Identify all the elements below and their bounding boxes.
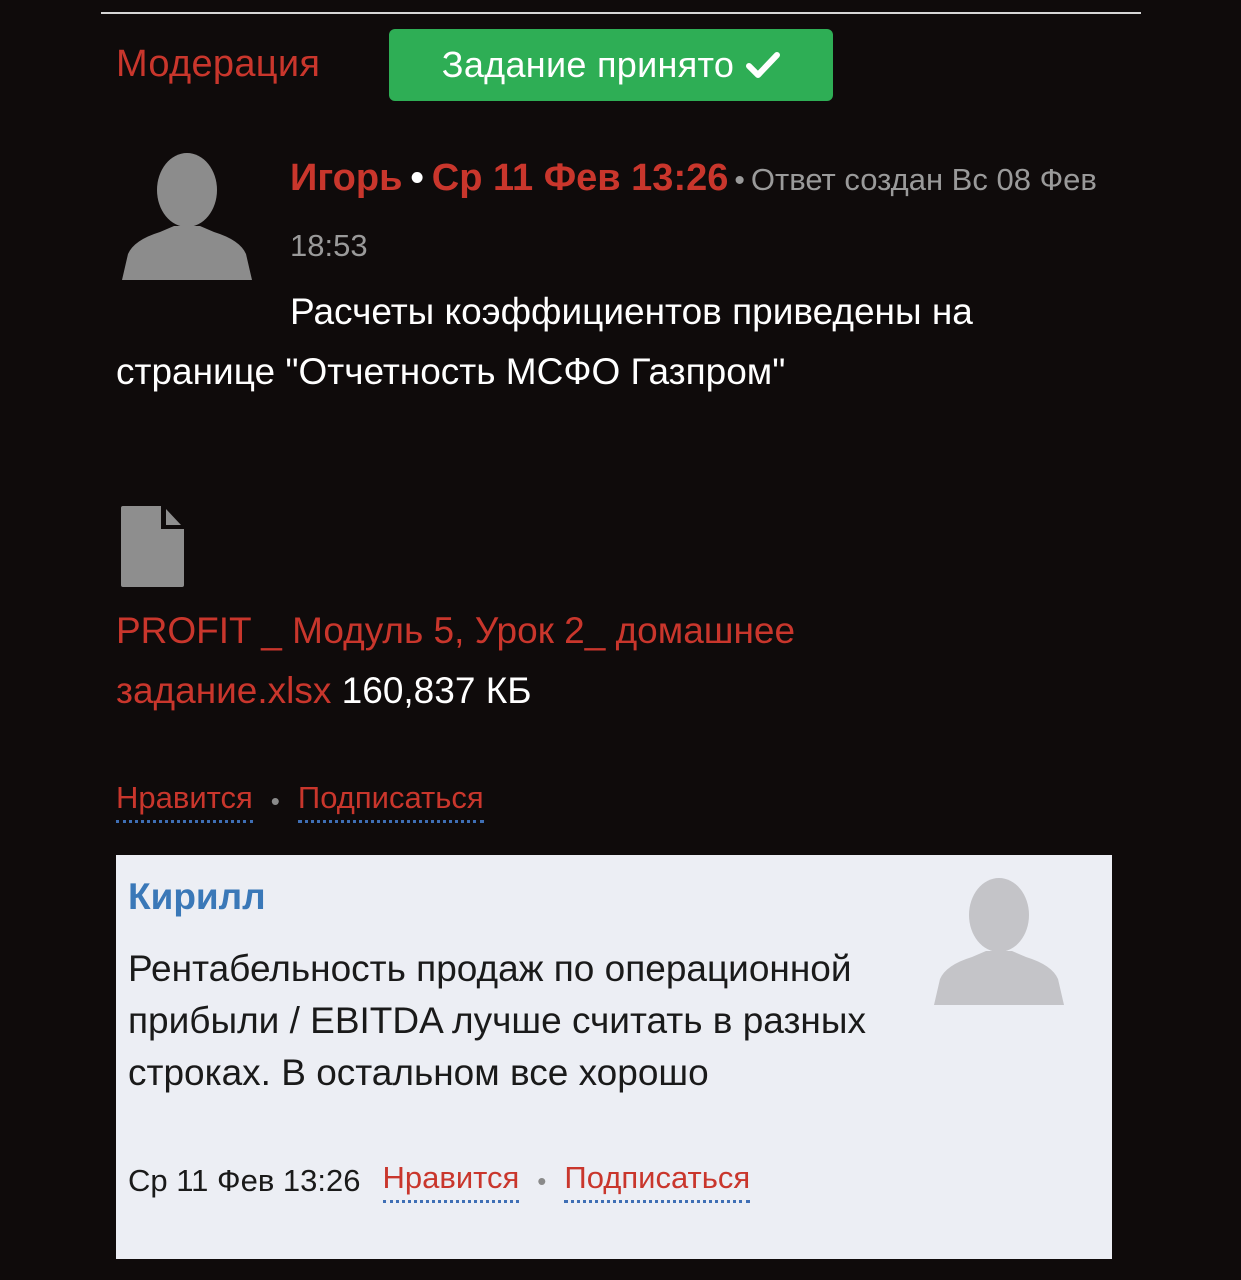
actions-separator: • — [270, 785, 280, 816]
post-date[interactable]: Ср 11 Фев 13:26 — [432, 157, 729, 199]
post-actions: Нравится • Подписаться — [116, 778, 484, 823]
like-link[interactable]: Нравится — [116, 778, 253, 823]
reply-date: Ср 11 Фев 13:26 — [128, 1162, 361, 1198]
reply-author-name[interactable]: Кирилл — [128, 875, 266, 919]
reply-subscribe-link[interactable]: Подписаться — [564, 1158, 751, 1203]
subscribe-link[interactable]: Подписаться — [297, 778, 484, 823]
top-divider — [101, 12, 1141, 14]
checkmark-icon — [746, 52, 781, 78]
reply-card: Кирилл Рентабельность продаж по операцио… — [116, 855, 1112, 1259]
reply-footer: Ср 11 Фев 13:26 Нравится • Подписаться — [128, 1158, 751, 1203]
reply-actions-separator: • — [537, 1165, 547, 1196]
file-icon — [121, 506, 184, 587]
author-avatar[interactable] — [120, 150, 254, 280]
meta-separator: • — [410, 157, 424, 199]
attachment-size: 160,837 КБ — [341, 670, 532, 711]
post-meta: Игорь • Ср 11 Фев 13:26 • Ответ создан Вс 08… — [290, 148, 1110, 282]
reply-like-link[interactable]: Нравится — [382, 1158, 520, 1203]
task-accepted-label: Задание принято — [441, 44, 735, 85]
author-name[interactable]: Игорь — [290, 157, 402, 199]
moderation-label: Модерация — [116, 43, 321, 85]
meta-small-separator: • — [734, 164, 745, 197]
task-accepted-button[interactable]: Задание принято — [389, 29, 833, 101]
attachment-line: PROFIT _ Модуль 5, Урок 2_ домашнее зада… — [116, 601, 1016, 721]
post-text: Расчеты коэффициентов приведены на стран… — [116, 291, 973, 392]
page: Модерация Задание принято Игорь • Ср 11 Фе… — [0, 0, 1241, 1280]
reply-text: Рентабельность продаж по операционной пр… — [128, 948, 866, 1093]
